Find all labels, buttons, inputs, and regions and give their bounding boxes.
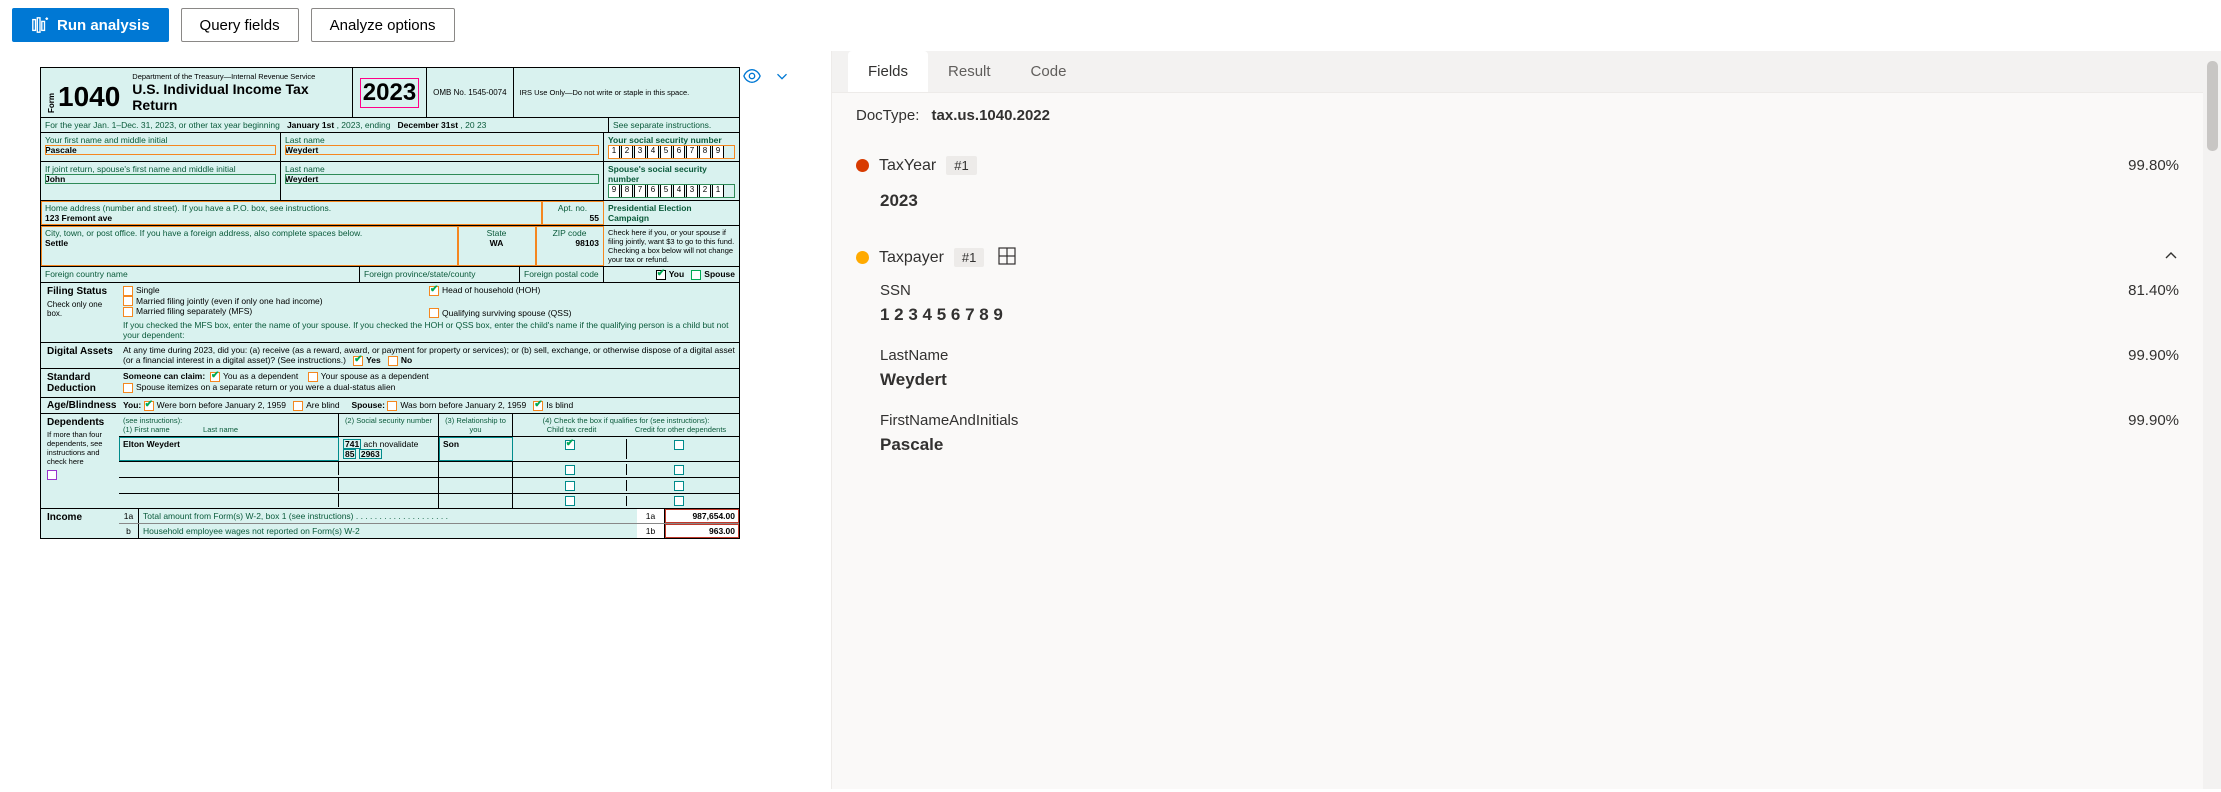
chevron-down-icon[interactable] — [773, 67, 791, 88]
badge: #1 — [954, 248, 984, 267]
chevron-up-icon[interactable] — [2163, 248, 2179, 267]
dependent-rel: Son — [439, 437, 513, 461]
dependent-name: Elton Weydert — [119, 437, 339, 461]
confidence: 99.80% — [2128, 157, 2179, 174]
field-taxyear[interactable]: TaxYear #1 99.80% 2023 — [832, 138, 2203, 229]
form-label: Form — [47, 93, 56, 113]
tax-year: 2023 — [352, 68, 427, 117]
scroll-thumb[interactable] — [2207, 61, 2218, 151]
tab-code[interactable]: Code — [1011, 51, 1087, 92]
results-panel: Fields Result Code DocType: tax.us.1040.… — [832, 51, 2221, 789]
tab-result[interactable]: Result — [928, 51, 1011, 92]
field-taxpayer[interactable]: Taxpayer #1 SSN81.40% 1 2 3 4 5 6 7 8 9 … — [832, 229, 2203, 481]
income-1b-value: 963.00 — [665, 524, 739, 538]
irs-use-note: IRS Use Only—Do not write or staple in t… — [514, 68, 739, 117]
spouse-ssn-boxes: 987654321 — [608, 184, 735, 198]
form-number: 1040 — [58, 81, 120, 113]
document-panel: Form1040 Department of the Treasury—Inte… — [0, 51, 832, 789]
query-fields-button[interactable]: Query fields — [181, 8, 299, 42]
form-title: U.S. Individual Income Tax Return — [132, 81, 345, 113]
state-value: WA — [462, 238, 531, 248]
run-analysis-label: Run analysis — [57, 17, 150, 34]
tabs: Fields Result Code — [832, 51, 2203, 93]
age-blindness-label: Age/Blindness — [41, 398, 119, 413]
home-address-value: 123 Fremont ave — [45, 213, 537, 223]
main-area: Form1040 Department of the Treasury—Inte… — [0, 51, 2221, 789]
dependents-label: Dependents — [47, 417, 104, 428]
field-name: TaxYear — [879, 157, 936, 175]
scrollbar[interactable] — [2203, 51, 2221, 789]
field-value: 2023 — [856, 185, 2179, 221]
last-name-value: Weydert — [285, 145, 599, 155]
city-value: Settle — [45, 238, 453, 248]
omb-number: OMB No. 1545-0074 — [427, 68, 513, 117]
run-analysis-button[interactable]: Run analysis — [12, 8, 169, 42]
first-name-value: Pascale — [45, 145, 276, 155]
dept-text: Department of the Treasury—Internal Reve… — [132, 72, 345, 81]
income-label: Income — [41, 509, 119, 538]
spouse-first-value: John — [45, 174, 276, 184]
eye-icon[interactable] — [743, 67, 761, 88]
doctype-value: tax.us.1040.2022 — [932, 107, 1050, 124]
ssn-boxes: 123456789 — [608, 145, 735, 159]
filing-status-label: Filing Status — [47, 286, 113, 297]
subfield-value: Weydert — [880, 364, 2179, 404]
dot-icon — [856, 159, 869, 172]
subfield-lastname: LastName99.90% Weydert — [856, 343, 2179, 408]
subfield-ssn: SSN81.40% 1 2 3 4 5 6 7 8 9 — [856, 278, 2179, 343]
subfield-firstname: FirstNameAndInitials99.90% Pascale — [856, 408, 2179, 473]
zip-value: 98103 — [540, 238, 599, 248]
analysis-icon — [31, 16, 49, 34]
analyze-options-button[interactable]: Analyze options — [311, 8, 455, 42]
grid-icon[interactable] — [998, 247, 1016, 268]
std-deduction-label: Standard Deduction — [41, 369, 119, 397]
toolbar: Run analysis Query fields Analyze option… — [0, 0, 2221, 51]
apt-value: 55 — [546, 213, 599, 223]
digital-assets-label: Digital Assets — [41, 343, 119, 368]
badge: #1 — [946, 156, 976, 175]
income-1a-value: 987,654.00 — [665, 509, 739, 523]
form-1040: Form1040 Department of the Treasury—Inte… — [40, 67, 740, 539]
tab-fields[interactable]: Fields — [848, 51, 928, 92]
field-name: Taxpayer — [879, 249, 944, 267]
subfield-value: 1 2 3 4 5 6 7 8 9 — [880, 299, 2179, 339]
subfield-value: Pascale — [880, 429, 2179, 469]
dot-icon — [856, 251, 869, 264]
doc-actions — [743, 67, 791, 88]
doctype-row: DocType: tax.us.1040.2022 — [832, 93, 2203, 138]
doctype-label: DocType: — [856, 107, 919, 124]
spouse-last-value: Weydert — [285, 174, 599, 184]
